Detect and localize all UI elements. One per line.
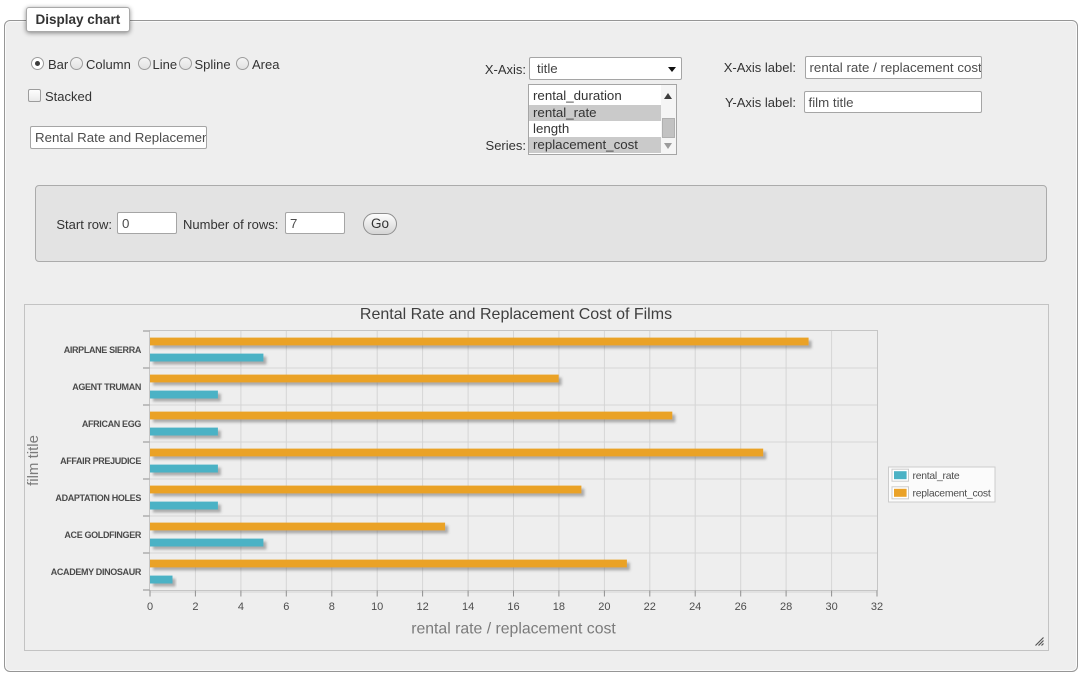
svg-text:8: 8: [329, 601, 335, 613]
svg-text:ADAPTATION HOLES: ADAPTATION HOLES: [55, 493, 141, 503]
svg-text:10: 10: [371, 601, 383, 613]
svg-text:28: 28: [780, 601, 792, 613]
svg-text:30: 30: [825, 601, 837, 613]
svg-text:AFFAIR PREJUDICE: AFFAIR PREJUDICE: [60, 456, 141, 466]
svg-text:ACADEMY DINOSAUR: ACADEMY DINOSAUR: [51, 567, 142, 577]
svg-text:2: 2: [192, 601, 198, 613]
svg-text:12: 12: [416, 601, 428, 613]
svg-text:AFRICAN EGG: AFRICAN EGG: [82, 419, 141, 429]
svg-text:ACE GOLDFINGER: ACE GOLDFINGER: [64, 530, 141, 540]
svg-text:6: 6: [283, 601, 289, 613]
svg-text:22: 22: [644, 601, 656, 613]
svg-text:18: 18: [553, 601, 565, 613]
svg-text:replacement_cost: replacement_cost: [913, 489, 991, 500]
svg-text:26: 26: [735, 601, 747, 613]
svg-text:32: 32: [871, 601, 883, 613]
svg-text:4: 4: [238, 601, 244, 613]
svg-text:14: 14: [462, 601, 474, 613]
svg-text:AIRPLANE SIERRA: AIRPLANE SIERRA: [64, 345, 142, 355]
svg-text:24: 24: [689, 601, 701, 613]
svg-text:AGENT TRUMAN: AGENT TRUMAN: [72, 382, 141, 392]
svg-text:0: 0: [147, 601, 153, 613]
svg-text:Rental Rate and Replacement Co: Rental Rate and Replacement Cost of Film…: [360, 306, 672, 323]
svg-text:16: 16: [507, 601, 519, 613]
svg-text:rental_rate: rental_rate: [913, 471, 960, 482]
svg-text:rental rate / replacement cost: rental rate / replacement cost: [411, 621, 616, 638]
svg-text:20: 20: [598, 601, 610, 613]
svg-text:film title: film title: [25, 435, 42, 486]
